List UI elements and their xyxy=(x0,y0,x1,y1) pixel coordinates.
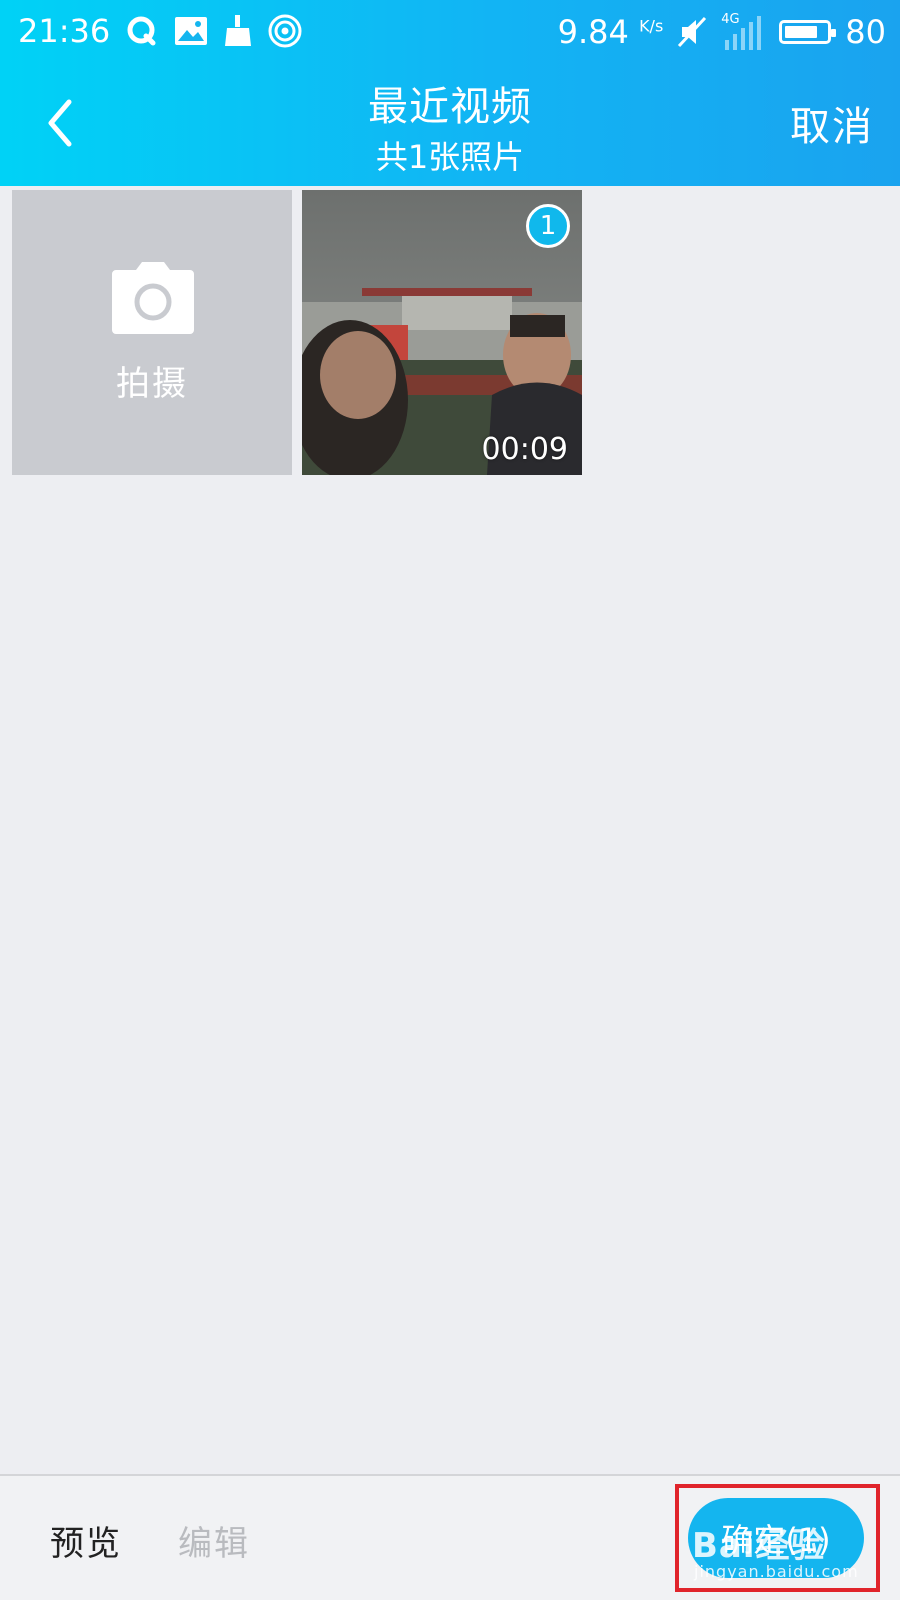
top-bar: 21:36 9.84 K/s 4G 80 最近视频 共1张照片 取消 xyxy=(0,0,900,186)
page-title: 最近视频 xyxy=(368,84,532,130)
qq-icon xyxy=(126,15,158,47)
cancel-button[interactable]: 取消 xyxy=(790,94,874,152)
edit-button[interactable]: 编辑 xyxy=(178,1516,250,1565)
title-bar: 最近视频 共1张照片 取消 xyxy=(0,64,900,186)
image-icon xyxy=(174,16,208,46)
speed-unit: K/s xyxy=(639,16,664,36)
battery-icon xyxy=(779,20,837,44)
mute-icon xyxy=(677,15,707,49)
camera-label: 拍摄 xyxy=(116,364,188,404)
preview-button[interactable]: 预览 xyxy=(50,1516,122,1565)
battery-fill xyxy=(785,26,818,38)
status-time: 21:36 xyxy=(18,12,111,50)
status-bar: 21:36 9.84 K/s 4G 80 xyxy=(0,0,900,64)
camera-icon xyxy=(110,260,196,334)
status-right: 9.84 K/s 4G 80 xyxy=(558,12,886,52)
camera-tile[interactable]: 拍摄 xyxy=(12,190,292,475)
video-tile[interactable]: 1 00:09 xyxy=(302,190,582,475)
hotspot-icon xyxy=(268,14,302,48)
speed-value: 9.84 xyxy=(557,13,629,51)
cleaner-icon xyxy=(224,15,252,47)
network-speed: 9.84 K/s xyxy=(558,13,664,51)
status-left: 21:36 xyxy=(18,12,302,50)
screen: 21:36 9.84 K/s 4G 80 最近视频 共1张照片 取消 拍摄 1 … xyxy=(0,0,900,1600)
media-grid: 拍摄 1 00:09 xyxy=(12,190,582,475)
page-subtitle: 共1张照片 xyxy=(375,138,525,176)
signal-icon: 4G xyxy=(721,12,765,52)
battery-percent: 80 xyxy=(845,13,886,51)
highlight-box xyxy=(675,1484,880,1592)
video-duration: 00:09 xyxy=(481,432,568,467)
selection-badge[interactable]: 1 xyxy=(526,204,570,248)
